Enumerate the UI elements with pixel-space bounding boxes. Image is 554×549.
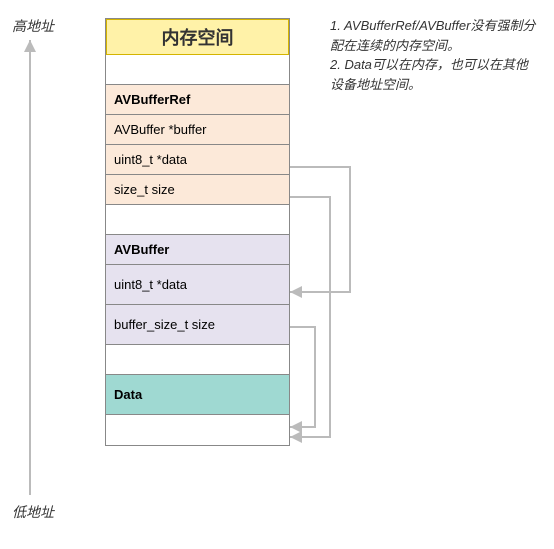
avbuffer-header: AVBuffer xyxy=(106,235,289,265)
high-address-label: 高地址 xyxy=(12,16,54,36)
gap-cell xyxy=(106,415,289,445)
data-block: Data xyxy=(106,375,289,415)
avbufferref-header: AVBufferRef xyxy=(106,85,289,115)
low-address-label: 低地址 xyxy=(12,502,54,522)
gap-cell xyxy=(106,345,289,375)
avbufferref-field-size: size_t size xyxy=(106,175,289,205)
gap-cell xyxy=(106,205,289,235)
avbuffer-field-data: uint8_t *data xyxy=(106,265,289,305)
avbufferref-field-data: uint8_t *data xyxy=(106,145,289,175)
note-line-1: 1. AVBufferRef/AVBuffer没有强制分配在连续的内存空间。 xyxy=(330,16,540,55)
avbufferref-field-buffer: AVBuffer *buffer xyxy=(106,115,289,145)
notes-block: 1. AVBufferRef/AVBuffer没有强制分配在连续的内存空间。 2… xyxy=(330,16,540,94)
avbuffer-field-size: buffer_size_t size xyxy=(106,305,289,345)
note-line-2: 2. Data可以在内存，也可以在其他设备地址空间。 xyxy=(330,55,540,94)
gap-cell xyxy=(106,55,289,85)
diagram-root: 高地址 低地址 内存空间 AVBufferRef AVBuffer *buffe… xyxy=(0,0,554,549)
memory-title: 内存空间 xyxy=(106,19,289,55)
memory-space-box: 内存空间 AVBufferRef AVBuffer *buffer uint8_… xyxy=(105,18,290,446)
